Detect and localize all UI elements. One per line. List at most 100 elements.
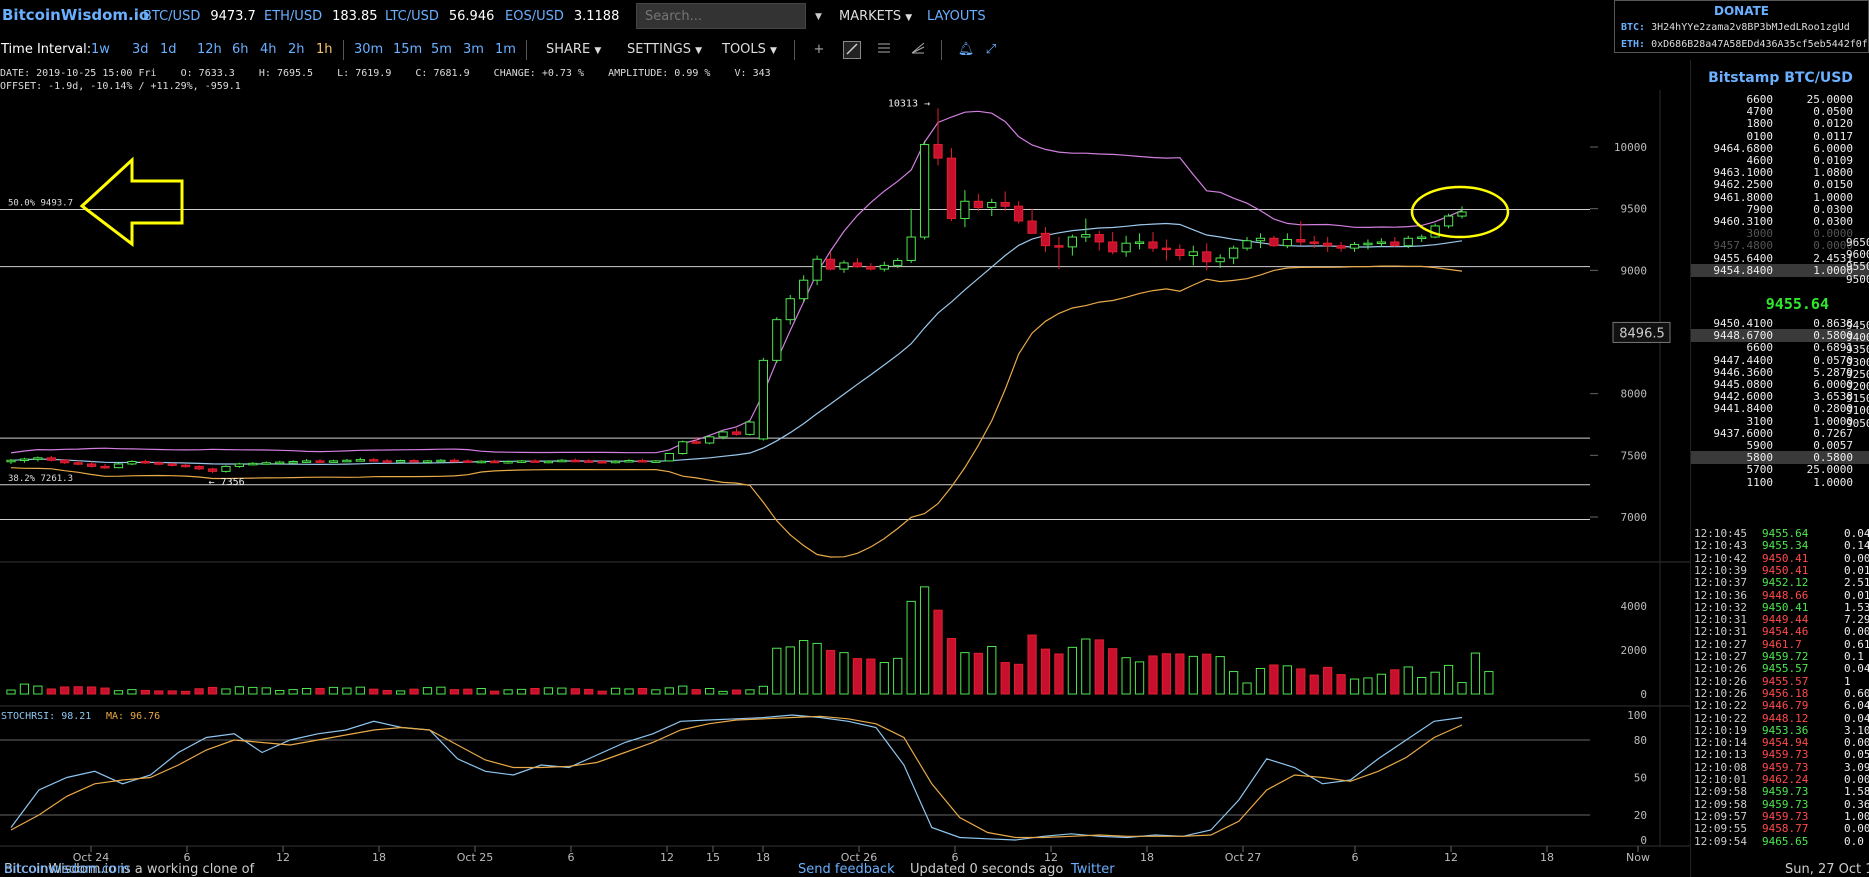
search-input[interactable] bbox=[636, 3, 806, 29]
candle-body bbox=[705, 436, 715, 444]
twitter-link[interactable]: Twitter bbox=[1071, 862, 1115, 877]
price-axis-label: 7500 bbox=[1621, 449, 1648, 462]
interval-4h[interactable]: 4h bbox=[260, 42, 277, 57]
volume-bar bbox=[1094, 639, 1104, 695]
horizontal-lines-tool-icon[interactable] bbox=[875, 41, 893, 59]
candle-body bbox=[1443, 215, 1454, 227]
candle-body bbox=[395, 460, 406, 463]
ask-row[interactable]: 9463.1000 1.0800 bbox=[1691, 166, 1869, 179]
interval-12h[interactable]: 12h bbox=[197, 42, 222, 57]
candle-body bbox=[516, 460, 527, 463]
layouts-link[interactable]: LAYOUTS bbox=[927, 9, 986, 24]
candle-body bbox=[1269, 237, 1279, 247]
fibonacci-tool-icon[interactable] bbox=[909, 41, 927, 59]
volume-bar bbox=[86, 686, 97, 695]
ask-row[interactable]: 4600 0.0109 bbox=[1691, 154, 1869, 167]
trade-row: 12:09:54 9465.65 0.0 bbox=[1694, 834, 1864, 848]
tools-menu[interactable]: TOOLS ▼ bbox=[722, 42, 777, 57]
ask-row[interactable]: 4700 0.0500 bbox=[1691, 105, 1869, 118]
candle-body bbox=[113, 463, 124, 469]
fullscreen-icon[interactable]: ⤢ bbox=[982, 41, 1000, 59]
candle-body bbox=[369, 459, 379, 462]
interval-1d[interactable]: 1d bbox=[160, 42, 177, 57]
ticker-ltc[interactable]: LTC/USD 56.946 bbox=[385, 9, 494, 24]
bell-icon[interactable]: 🔔︎ bbox=[957, 41, 975, 59]
interval-1h[interactable]: 1h bbox=[316, 42, 333, 57]
interval-3d[interactable]: 3d bbox=[132, 42, 149, 57]
candle-body bbox=[758, 359, 768, 440]
volume-bar bbox=[1484, 671, 1494, 695]
volume-bar bbox=[503, 689, 513, 695]
candle-body bbox=[1081, 234, 1091, 238]
ask-row[interactable]: 9462.2500 0.0150 bbox=[1691, 178, 1869, 191]
ticker-eth[interactable]: ETH/USD 183.85 bbox=[264, 9, 378, 24]
candle-body bbox=[557, 459, 567, 463]
stochrsi-line bbox=[10, 714, 1463, 841]
search-dropdown-icon[interactable]: ▼ bbox=[815, 12, 822, 22]
footer-clone-link[interactable]: bitcoinwisdom.com bbox=[4, 862, 130, 877]
interval-15m[interactable]: 15m bbox=[393, 42, 422, 57]
ask-row[interactable]: 9461.8000 1.0000 bbox=[1691, 191, 1869, 204]
crosshair-tool-icon[interactable]: + bbox=[810, 41, 828, 59]
volume-bar bbox=[1242, 682, 1252, 695]
ask-row[interactable]: 9460.3100 0.0300 bbox=[1691, 215, 1869, 228]
candle-body bbox=[476, 460, 486, 464]
trendline-tool-icon[interactable] bbox=[843, 41, 861, 59]
ask-depth-tick: 9650 bbox=[1846, 236, 1869, 249]
ask-row[interactable]: 9464.6800 6.0000 bbox=[1691, 142, 1869, 155]
volume-bar bbox=[355, 686, 365, 695]
volume-bar bbox=[1282, 665, 1292, 695]
volume-bar bbox=[154, 690, 164, 695]
site-logo[interactable]: BitcoinWisdom.io bbox=[2, 6, 149, 24]
footer-datetime: Sun, 27 Oct 12: bbox=[1785, 862, 1869, 877]
candle-body bbox=[207, 468, 218, 472]
candle-body bbox=[839, 262, 849, 270]
share-menu[interactable]: SHARE ▼ bbox=[546, 42, 601, 57]
interval-6h[interactable]: 6h bbox=[232, 42, 249, 57]
interval-5m[interactable]: 5m bbox=[431, 42, 452, 57]
volume-bar bbox=[382, 689, 392, 695]
donate-btc-address[interactable]: BTC: 3H24hYYe2zama2v8BP3bMJedLRoo1zgUd bbox=[1621, 22, 1850, 33]
volume-bar bbox=[1269, 664, 1279, 695]
bid-row[interactable]: 1100 1.0000 bbox=[1691, 476, 1869, 489]
interval-3m[interactable]: 3m bbox=[463, 42, 484, 57]
ticker-btc[interactable]: BTC/USD 9473.7 bbox=[143, 9, 256, 24]
interval-30m[interactable]: 30m bbox=[354, 42, 383, 57]
candle-body bbox=[194, 465, 204, 470]
price-axis-label: 7000 bbox=[1621, 511, 1648, 524]
trade-row: 12:10:14 9454.94 0.00 bbox=[1694, 736, 1869, 750]
volume-bar bbox=[221, 688, 231, 695]
volume-bar bbox=[825, 649, 836, 695]
ticker-eos[interactable]: EOS/USD 3.1188 bbox=[505, 9, 619, 24]
candle-body bbox=[315, 460, 325, 463]
candle-body bbox=[1228, 247, 1239, 259]
trade-row: 12:10:43 9455.34 0.14 bbox=[1694, 539, 1869, 553]
ask-row[interactable]: 1800 0.0120 bbox=[1691, 117, 1869, 130]
ask-row[interactable]: 0100 0.0117 bbox=[1691, 130, 1869, 143]
price-chart[interactable]: 100009500900080007500700050.0% 9493.738.… bbox=[0, 90, 1690, 870]
volume-bar bbox=[301, 688, 312, 695]
order-book-title: Bitstamp BTC/USD bbox=[1708, 70, 1853, 86]
settings-menu[interactable]: SETTINGS ▼ bbox=[627, 42, 702, 57]
candle-body bbox=[449, 459, 459, 463]
markets-menu[interactable]: MARKETS ▼ bbox=[839, 9, 912, 24]
volume-bar bbox=[19, 683, 30, 695]
volume-bar bbox=[610, 687, 621, 695]
trade-row: 12:10:13 9459.73 0.05 bbox=[1694, 748, 1869, 762]
interval-2h[interactable]: 2h bbox=[288, 42, 305, 57]
bid-row[interactable]: 5700 25.0000 bbox=[1691, 463, 1869, 476]
bid-row[interactable]: 5800 0.5800 bbox=[1691, 451, 1869, 465]
candle-body bbox=[1457, 211, 1467, 217]
candle-body bbox=[1067, 236, 1078, 248]
candle-body bbox=[1121, 242, 1131, 253]
send-feedback-link[interactable]: Send feedback bbox=[798, 862, 895, 877]
volume-bar bbox=[261, 687, 271, 695]
candle-body bbox=[893, 259, 903, 266]
ask-row[interactable]: 6600 25.0000 bbox=[1691, 93, 1869, 106]
bid-row[interactable]: 5900 0.0057 bbox=[1691, 439, 1869, 452]
interval-1m[interactable]: 1m bbox=[495, 42, 516, 57]
ask-row[interactable]: 7900 0.0300 bbox=[1691, 203, 1869, 216]
candle-body bbox=[1417, 236, 1427, 240]
interval-1w[interactable]: 1w bbox=[91, 42, 110, 57]
candle-body bbox=[799, 279, 809, 300]
